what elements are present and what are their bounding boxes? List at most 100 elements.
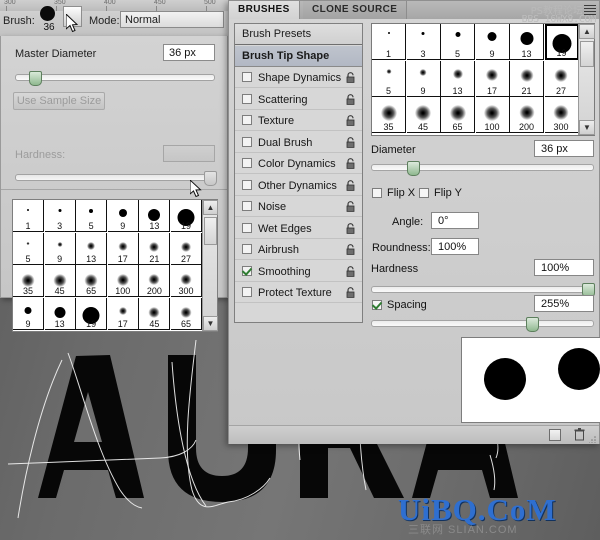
checkbox[interactable] xyxy=(242,287,252,297)
brush-preset-cell[interactable]: 1 xyxy=(13,200,44,232)
brush-preset-cell[interactable]: 3 xyxy=(44,200,76,232)
spacing-slider-knob[interactable] xyxy=(526,317,539,332)
brush-preview-thumbnail[interactable] xyxy=(37,6,59,23)
brush-preset-cell[interactable]: 27 xyxy=(171,232,202,265)
brush-preset-cell[interactable]: 13 xyxy=(76,232,108,265)
flip-y-checkbox[interactable] xyxy=(419,188,429,198)
brush-preset-cell[interactable]: 9 xyxy=(44,232,76,265)
checkbox[interactable] xyxy=(242,179,252,190)
brush-tip-cell[interactable]: 13 xyxy=(510,24,544,60)
sidebar-item-other-dynamics[interactable]: Other Dynamics xyxy=(235,176,362,196)
brush-preset-cell[interactable]: 19 xyxy=(76,297,108,330)
flip-x-checkbox[interactable] xyxy=(372,188,382,198)
brush-tip-cell[interactable]: 35 xyxy=(372,97,406,133)
spacing-checkbox[interactable] xyxy=(372,300,382,310)
brush-preset-cell[interactable]: 5 xyxy=(13,232,44,265)
tip-grid-scrollbar[interactable]: ▲ ▼ xyxy=(578,24,595,135)
lock-icon[interactable] xyxy=(345,158,356,169)
brush-tip-cell[interactable]: 21 xyxy=(510,60,544,97)
brush-preset-cell[interactable]: 35 xyxy=(13,265,44,298)
scroll-down-icon[interactable]: ▼ xyxy=(579,120,595,135)
diameter-input[interactable]: 36 px xyxy=(534,140,594,157)
lock-icon[interactable] xyxy=(345,115,356,126)
brush-preset-cell[interactable]: 100 xyxy=(107,265,139,298)
brush-preset-grid[interactable]: 1 3 5 9 13 19 5 9 13 17 21 27 35 45 65 100 200 300 9 13 19 17… xyxy=(12,199,218,332)
popup-hardness-input[interactable] xyxy=(163,145,215,162)
lock-icon[interactable] xyxy=(345,244,356,255)
brush-tip-cell[interactable]: 5 xyxy=(372,60,406,97)
brush-tip-cell[interactable]: 9 xyxy=(406,60,441,97)
brush-tip-cell[interactable]: 1 xyxy=(372,24,406,60)
sidebar-item-scattering[interactable]: Scattering xyxy=(235,90,362,110)
hardness-slider[interactable] xyxy=(371,286,594,293)
brush-preset-cell[interactable]: 17 xyxy=(107,297,139,330)
checkbox[interactable] xyxy=(242,136,252,147)
master-diameter-input[interactable]: 36 px xyxy=(163,44,215,61)
brush-preset-cell[interactable]: 200 xyxy=(139,265,171,298)
brush-tip-cell[interactable]: 65 xyxy=(441,97,475,133)
master-diameter-slider[interactable] xyxy=(15,74,215,81)
checkbox[interactable] xyxy=(242,244,252,254)
spacing-input[interactable]: 255% xyxy=(534,295,594,312)
brush-preset-cell[interactable]: 13 xyxy=(139,200,171,232)
diameter-slider[interactable] xyxy=(371,164,594,171)
resize-grip-icon[interactable] xyxy=(589,435,597,443)
lock-icon[interactable] xyxy=(345,222,356,234)
checkbox[interactable] xyxy=(242,222,252,233)
brush-preset-cell[interactable]: 9 xyxy=(107,200,139,232)
brush-tip-cell[interactable]: 3 xyxy=(406,24,441,60)
popup-hardness-slider[interactable] xyxy=(15,174,215,181)
lock-icon[interactable] xyxy=(345,179,356,191)
sidebar-item-protect-texture[interactable]: Protect Texture xyxy=(235,283,362,303)
brush-tip-cell[interactable]: 27 xyxy=(544,60,579,97)
brush-preset-cell[interactable]: 13 xyxy=(44,297,76,330)
brush-preset-cell[interactable]: 19 xyxy=(171,200,202,232)
checkbox[interactable] xyxy=(242,158,252,168)
checkbox[interactable] xyxy=(242,201,252,211)
angle-input[interactable]: 0° xyxy=(431,212,479,229)
brush-tip-cell[interactable]: 19 xyxy=(544,24,579,60)
lock-icon[interactable] xyxy=(345,265,356,277)
use-sample-size-button[interactable]: Use Sample Size xyxy=(13,92,105,110)
brush-preset-cell[interactable]: 65 xyxy=(171,297,202,330)
brush-preset-cell[interactable]: 45 xyxy=(139,297,171,330)
brush-tip-cell[interactable]: 45 xyxy=(406,97,441,133)
sidebar-item-noise[interactable]: Noise xyxy=(235,197,362,217)
brush-preset-cell[interactable]: 9 xyxy=(13,297,44,330)
brush-preset-cell[interactable]: 45 xyxy=(44,265,76,298)
brush-tip-cell[interactable]: 17 xyxy=(475,60,510,97)
sidebar-item-shape-dynamics[interactable]: Shape Dynamics xyxy=(235,68,362,88)
lock-icon[interactable] xyxy=(345,287,356,298)
brush-preset-cell[interactable]: 5 xyxy=(76,200,108,232)
sidebar-item-dual-brush[interactable]: Dual Brush xyxy=(235,133,362,153)
hardness-input[interactable]: 100% xyxy=(534,259,594,276)
brush-tip-cell[interactable]: 200 xyxy=(510,97,544,133)
blend-mode-select[interactable]: Normal xyxy=(120,11,224,28)
checkbox[interactable] xyxy=(242,115,252,125)
preset-grid-scrollbar[interactable]: ▲ ▼ xyxy=(202,200,218,331)
brush-tip-cell[interactable]: 100 xyxy=(475,97,510,133)
popup-hardness-slider-knob[interactable] xyxy=(204,171,217,186)
checkbox[interactable] xyxy=(242,72,252,82)
brush-tip-cell[interactable]: 300 xyxy=(544,97,579,133)
brush-tip-cell[interactable]: 13 xyxy=(441,60,475,97)
checkbox[interactable] xyxy=(242,265,252,276)
lock-icon[interactable] xyxy=(345,136,356,148)
sidebar-item-airbrush[interactable]: Airbrush xyxy=(235,240,362,260)
brush-preset-cell[interactable]: 21 xyxy=(139,232,171,265)
scrollbar-thumb[interactable] xyxy=(580,41,594,67)
sidebar-item-smoothing[interactable]: Smoothing xyxy=(235,262,362,282)
sidebar-item-color-dynamics[interactable]: Color Dynamics xyxy=(235,154,362,174)
lock-icon[interactable] xyxy=(345,201,356,212)
scroll-up-icon[interactable]: ▲ xyxy=(579,24,595,39)
scroll-down-icon[interactable]: ▼ xyxy=(203,316,218,331)
master-diameter-slider-knob[interactable] xyxy=(29,71,42,86)
spacing-slider[interactable] xyxy=(371,320,594,327)
sidebar-item-brush-tip-shape[interactable]: Brush Tip Shape xyxy=(235,46,362,67)
checkbox[interactable] xyxy=(242,93,252,104)
roundness-input[interactable]: 100% xyxy=(431,238,479,255)
brush-preset-cell[interactable]: 17 xyxy=(107,232,139,265)
brush-tip-cell[interactable]: 9 xyxy=(475,24,510,60)
tab-clone-source[interactable]: CLONE SOURCE xyxy=(303,1,408,19)
sidebar-item-brush-presets[interactable]: Brush Presets xyxy=(235,24,362,45)
